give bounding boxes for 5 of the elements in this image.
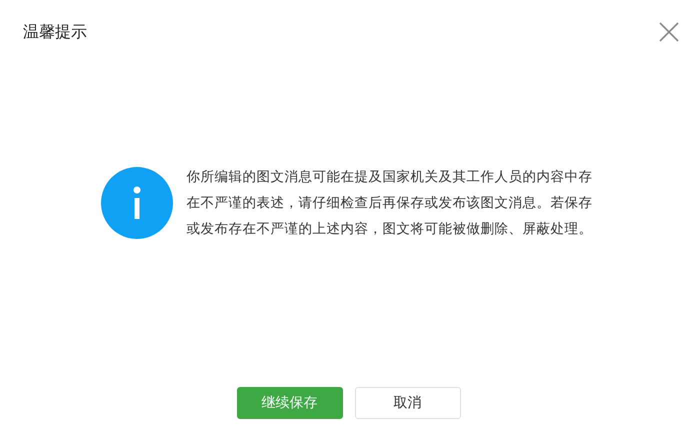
- info-icon: [100, 166, 172, 238]
- cancel-button[interactable]: 取消: [354, 387, 460, 419]
- dialog-title: 温馨提示: [23, 22, 87, 42]
- close-button[interactable]: [659, 22, 679, 42]
- warning-message: 你所编辑的图文消息可能在提及国家机关及其工作人员的内容中存在不严谨的表述，请仔细检查后再保存或发布该图文消息。若保存或发布存在不严谨的上述内容，图文将可能被做删除、屏蔽处理。: [186, 168, 594, 238]
